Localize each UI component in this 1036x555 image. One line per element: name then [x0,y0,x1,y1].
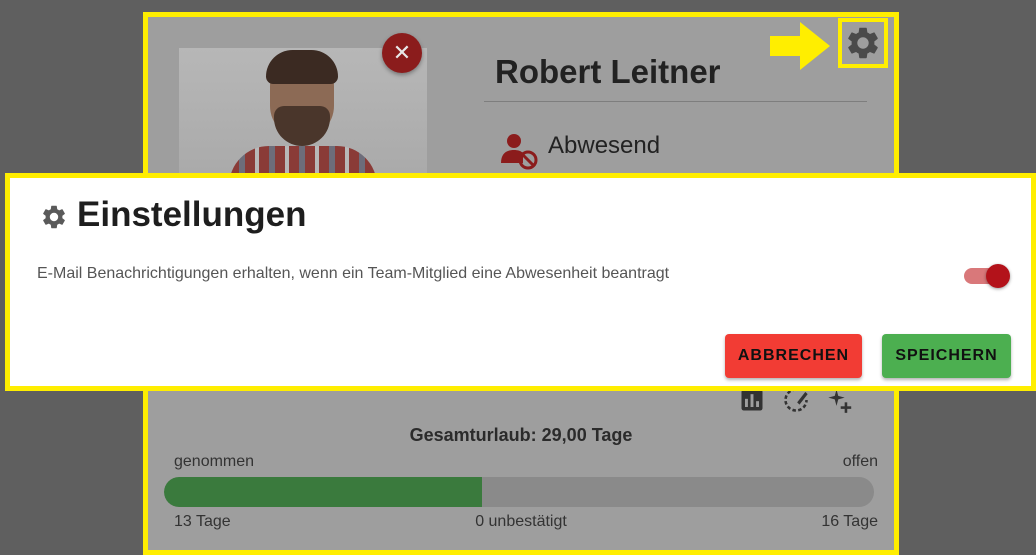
taken-label: genommen [174,453,255,470]
person-blocked-icon [501,134,538,170]
vacation-progress-fill [164,477,483,507]
open-label: offen [842,453,878,470]
toggle-knob [986,264,1010,288]
close-button[interactable]: ✕ [382,33,422,73]
status-text: Abwesend [548,132,661,159]
pointer-arrow-icon [770,22,830,70]
settings-button[interactable] [838,18,888,68]
email-notification-label: E-Mail Benachrichtigungen erhalten, wenn… [37,265,670,282]
email-notification-toggle[interactable] [962,262,1012,290]
dialog-title: Einstellungen [77,195,307,234]
open-days: 16 Tage [821,513,878,530]
total-vacation-label: Gesamturlaub: 29,00 Tage [409,425,633,445]
settings-dialog: Einstellungen E-Mail Benachrichtigungen … [5,173,1036,391]
gear-icon [848,27,878,59]
person-name: Robert Leitner [495,53,721,90]
gear-icon [43,205,65,229]
divider [484,101,867,102]
cancel-button[interactable]: ABBRECHEN [725,334,862,378]
unconfirmed-count: 0 unbestätigt [475,513,567,530]
save-button[interactable]: SPEICHERN [882,334,1011,378]
vacation-progress-bar [164,477,874,507]
